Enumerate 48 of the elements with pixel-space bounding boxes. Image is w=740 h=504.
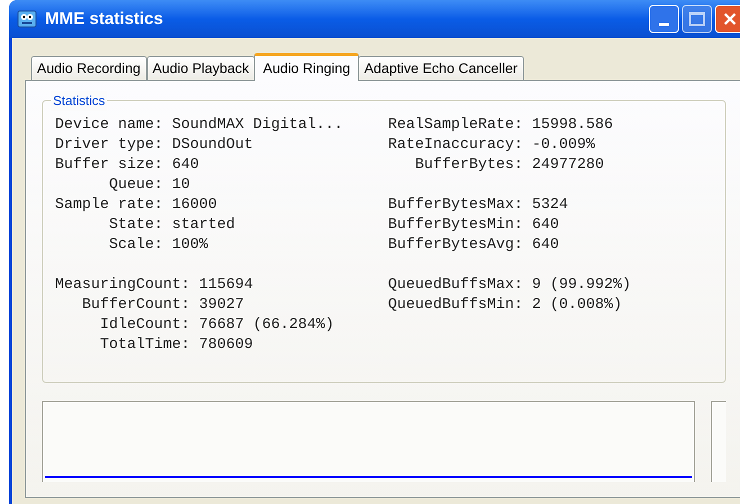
stat-label: BufferBytesMax:: [388, 194, 524, 215]
stat-label: Buffer size:: [55, 154, 164, 175]
stat-label: QueuedBuffsMin:: [388, 294, 524, 315]
stat-label: TotalTime:: [99, 334, 190, 355]
stat-label: BufferBytesAvg:: [388, 234, 524, 255]
stat-value: 115694: [199, 274, 254, 295]
stat-value: SoundMAX Digital...: [172, 114, 344, 135]
tab[interactable]: Audio Ringing: [254, 53, 360, 81]
stat-value: 5324: [532, 194, 568, 215]
stat-value: 10: [172, 174, 190, 195]
stat-label: Queue:: [108, 174, 164, 195]
stat-label: Sample rate:: [55, 194, 164, 215]
close-icon: [723, 12, 737, 26]
stat-value: 24977280: [532, 154, 604, 175]
stat-value: 15998.586: [532, 114, 614, 135]
tab[interactable]: Audio Playback: [146, 56, 256, 80]
stat-value: 16000: [172, 194, 218, 215]
maximize-button[interactable]: [682, 5, 712, 33]
stat-value: -0.009%: [532, 134, 596, 155]
stat-label: MeasuringCount:: [55, 274, 190, 295]
app-icon: [17, 9, 37, 29]
close-button[interactable]: [715, 5, 740, 33]
stat-value: 100%: [172, 234, 208, 255]
stat-value: 640: [532, 234, 560, 255]
stat-label: Device name:: [55, 114, 164, 135]
stat-label: BufferBytes:: [414, 154, 524, 175]
window-title: MME statistics: [45, 8, 164, 30]
stat-label: IdleCount:: [99, 314, 190, 335]
stat-value: DSoundOut: [172, 134, 254, 155]
stat-label: QueuedBuffsMax:: [388, 274, 524, 295]
minimize-button[interactable]: [649, 5, 679, 33]
stat-value: started: [172, 214, 236, 235]
stat-value: 2 (0.008%): [532, 294, 622, 315]
stat-value: 39027: [199, 294, 244, 315]
stat-label: BufferCount:: [80, 294, 190, 315]
stat-label: Scale:: [108, 234, 164, 255]
stat-label: BufferBytesMin:: [388, 214, 524, 235]
stat-label: Driver type:: [55, 134, 164, 155]
stat-value: 780609: [199, 334, 254, 355]
stat-value: 640: [172, 154, 200, 175]
stat-label: RateInaccuracy:: [388, 134, 524, 155]
stat-value: 640: [532, 214, 560, 235]
stat-label: RealSampleRate:: [388, 114, 524, 135]
stat-value: 76687 (66.284%): [199, 314, 334, 335]
stat-label: State:: [108, 214, 164, 235]
tab[interactable]: Adaptive Echo Canceller: [358, 56, 524, 80]
stat-value: 9 (99.992%): [532, 274, 632, 295]
tab[interactable]: Audio Recording: [31, 56, 147, 80]
